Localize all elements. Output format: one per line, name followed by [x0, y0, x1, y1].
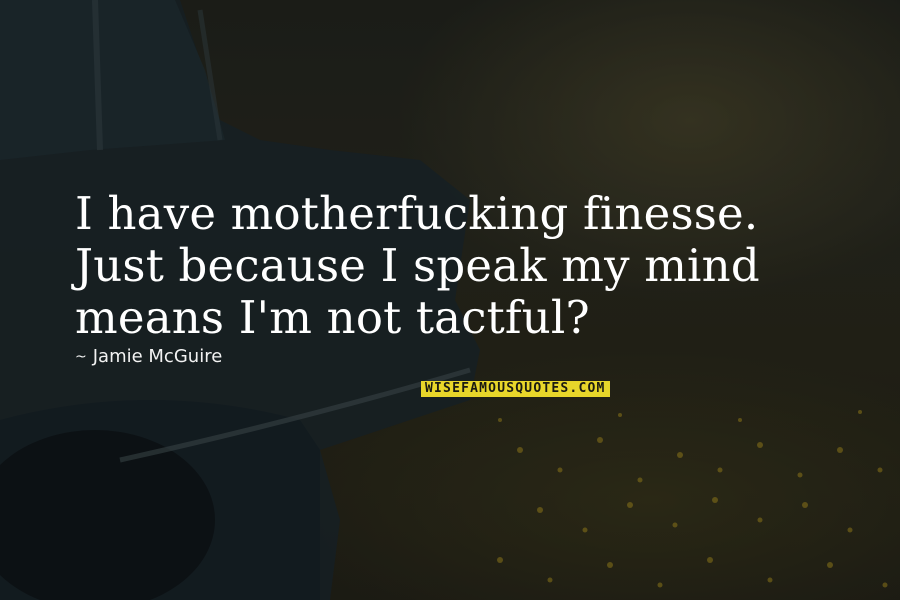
quote-text: I have motherfucking finesse. Just becau… — [75, 187, 760, 344]
author-line: ~ Jamie McGuire — [75, 346, 222, 367]
author-name[interactable]: Jamie McGuire — [93, 346, 223, 367]
quote-card: I have motherfucking finesse. Just becau… — [0, 0, 900, 600]
author-dash: ~ — [75, 348, 87, 365]
site-watermark-logo: WISEFAMOUSQUOTES.COM — [421, 381, 610, 397]
